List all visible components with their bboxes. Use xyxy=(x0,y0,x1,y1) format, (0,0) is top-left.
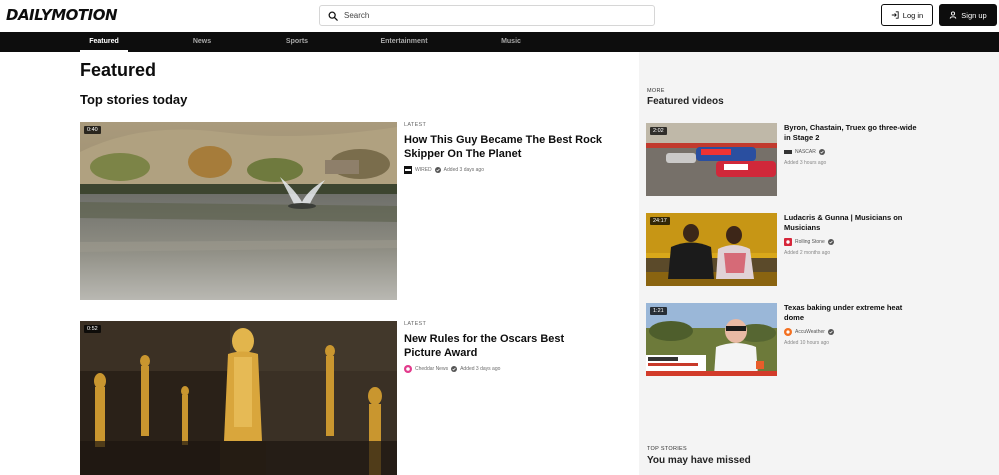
signup-button[interactable]: Sign up xyxy=(939,4,997,26)
wired-channel-icon[interactable] xyxy=(404,166,412,174)
video-meta: Rolling Stone xyxy=(784,238,924,246)
nav-tab-news[interactable]: News xyxy=(185,32,219,52)
story-info: LATEST How This Guy Became The Best Rock… xyxy=(404,122,604,174)
duration-badge: 1:21 xyxy=(650,307,667,315)
duration-badge: 24:17 xyxy=(650,217,670,225)
video-title[interactable]: Texas baking under extreme heat dome xyxy=(784,303,924,323)
video-meta: NASCAR xyxy=(784,148,924,156)
user-icon xyxy=(950,11,957,19)
duration-badge: 0:52 xyxy=(84,325,101,333)
search-input[interactable] xyxy=(344,11,644,20)
search-box[interactable] xyxy=(319,5,655,26)
accuweather-channel-icon[interactable] xyxy=(784,328,792,336)
top-stories-label: TOP STORIES xyxy=(647,446,687,452)
verified-icon xyxy=(818,149,825,155)
video-title[interactable]: Ludacris & Gunna | Musicians on Musician… xyxy=(784,213,924,233)
story-thumbnail-rock-skipper[interactable]: 0:40 xyxy=(80,122,397,300)
duration-badge: 0:40 xyxy=(84,126,101,134)
channel-name[interactable]: Rolling Stone xyxy=(795,239,825,245)
login-button[interactable]: Log in xyxy=(881,4,933,26)
story-tag: LATEST xyxy=(404,321,427,327)
video-thumbnail-heat-dome[interactable]: 1:21 xyxy=(646,303,777,376)
more-label: MORE xyxy=(647,88,665,94)
story-tag: LATEST xyxy=(404,122,427,128)
nav-tab-entertainment[interactable]: Entertainment xyxy=(373,32,435,52)
added-time: Added 3 days ago xyxy=(460,366,501,372)
featured-videos-title: Featured videos xyxy=(647,96,724,107)
video-info: Byron, Chastain, Truex go three-wide in … xyxy=(784,123,924,166)
video-info: Texas baking under extreme heat dome Acc… xyxy=(784,303,924,346)
verified-icon xyxy=(827,329,834,335)
story-info: LATEST New Rules for the Oscars Best Pic… xyxy=(404,321,604,373)
story-meta: Cheddar News Added 3 days ago xyxy=(404,365,604,373)
story-title[interactable]: New Rules for the Oscars Best Picture Aw… xyxy=(404,332,604,360)
dailymotion-logo[interactable]: DAILYMOTION xyxy=(6,6,118,24)
channel-name[interactable]: NASCAR xyxy=(795,149,816,155)
lake-scene-image xyxy=(80,122,397,300)
nascar-channel-icon[interactable] xyxy=(784,148,792,156)
page-title: Featured xyxy=(80,60,157,80)
added-time: Added 10 hours ago xyxy=(784,340,830,346)
verified-icon xyxy=(827,239,834,245)
channel-name[interactable]: WIRED xyxy=(415,167,432,173)
verified-icon xyxy=(451,366,458,372)
video-info: Ludacris & Gunna | Musicians on Musician… xyxy=(784,213,924,256)
video-thumbnail-ludacris[interactable]: 24:17 xyxy=(646,213,777,286)
story-thumbnail-oscars[interactable]: 0:52 xyxy=(80,321,397,475)
duration-badge: 2:02 xyxy=(650,127,667,135)
story-title[interactable]: How This Guy Became The Best Rock Skippe… xyxy=(404,133,604,161)
section-title: Top stories today xyxy=(80,92,188,107)
login-label: Log in xyxy=(902,10,924,20)
category-nav: Featured News Sports Entertainment Music xyxy=(0,32,999,52)
channel-name[interactable]: AccuWeather xyxy=(795,329,825,335)
story-meta: WIRED Added 3 days ago xyxy=(404,166,604,174)
signup-label: Sign up xyxy=(961,10,987,20)
nav-tab-featured[interactable]: Featured xyxy=(80,32,128,52)
oscar-statues-image xyxy=(80,321,397,475)
nav-tab-sports[interactable]: Sports xyxy=(279,32,315,52)
channel-name[interactable]: Cheddar News xyxy=(415,366,448,372)
video-meta: AccuWeather xyxy=(784,328,924,336)
verified-icon xyxy=(434,167,441,173)
search-icon xyxy=(328,11,338,21)
video-title[interactable]: Byron, Chastain, Truex go three-wide in … xyxy=(784,123,924,143)
cheddar-channel-icon[interactable] xyxy=(404,365,412,373)
top-bar: DAILYMOTION Log in Sign up xyxy=(0,0,999,32)
login-icon xyxy=(891,11,899,19)
added-time: Added 3 days ago xyxy=(443,167,484,173)
added-time: Added 3 hours ago xyxy=(784,160,827,166)
video-thumbnail-nascar[interactable]: 2:02 xyxy=(646,123,777,196)
nav-tab-music[interactable]: Music xyxy=(495,32,527,52)
you-may-have-missed-title: You may have missed xyxy=(647,455,751,466)
added-time: Added 2 months ago xyxy=(784,250,831,256)
rolling-stone-channel-icon[interactable] xyxy=(784,238,792,246)
